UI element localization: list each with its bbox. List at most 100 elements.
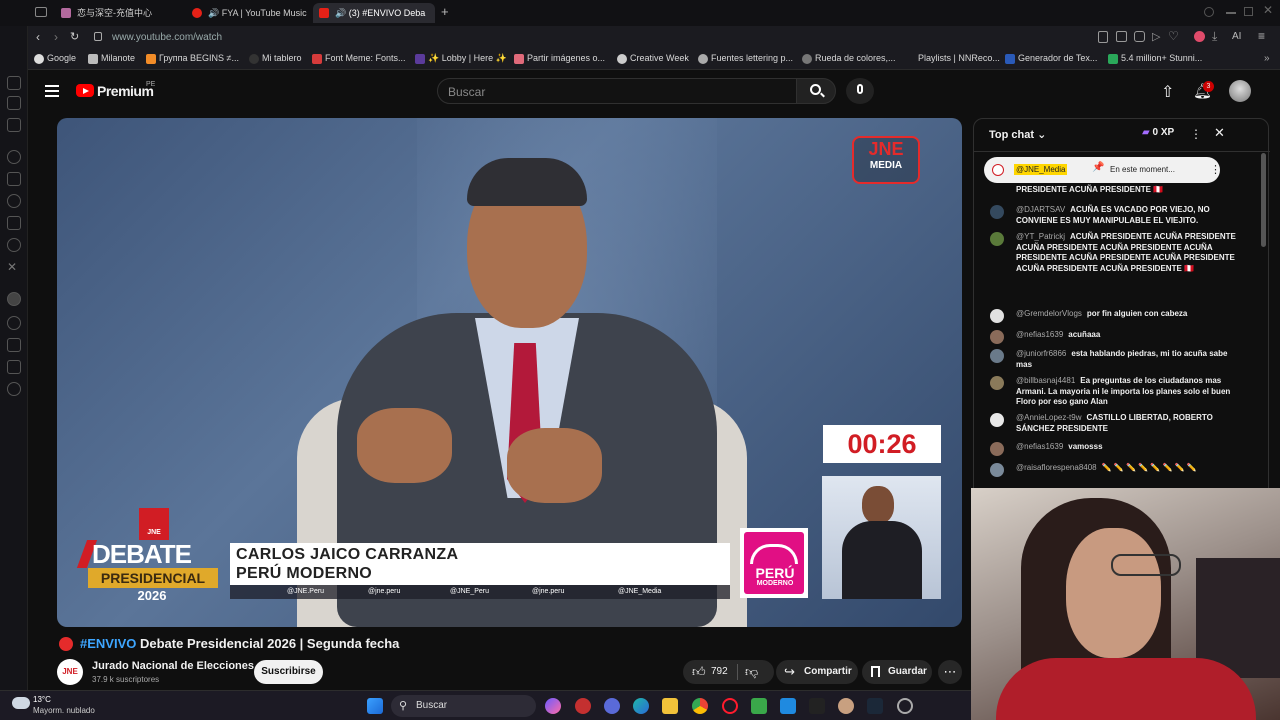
tab-1[interactable]: 恋与深空-充值中心 — [55, 3, 180, 23]
snapshot-icon[interactable] — [1098, 31, 1108, 43]
chat-avatar[interactable] — [990, 376, 1004, 390]
steam-icon[interactable] — [867, 698, 883, 714]
file-explorer-icon[interactable] — [662, 698, 678, 714]
bookmark-item[interactable]: Группа BEGINS ≠... — [146, 53, 239, 64]
chat-avatar[interactable] — [990, 349, 1004, 363]
subscribe-button[interactable]: Suscribirse — [254, 660, 323, 684]
forward-icon[interactable]: › — [54, 30, 58, 44]
edge-icon[interactable] — [633, 698, 649, 714]
opera-icon[interactable] — [722, 698, 738, 714]
hamburger-menu-icon[interactable] — [45, 85, 59, 87]
chat-user[interactable]: @AnnieLopez-t9w — [1016, 413, 1082, 422]
chat-user[interactable]: @raisaflorespena8408 — [1016, 463, 1097, 472]
chat-avatar[interactable] — [990, 463, 1004, 477]
live-hashtag[interactable]: #ENVIVO — [80, 636, 136, 651]
downloads-icon[interactable] — [7, 338, 21, 352]
bookmark-item[interactable]: Rueda de colores,... — [802, 53, 896, 64]
tab-2[interactable]: 🔊 FYA | YouTube Music — [186, 3, 308, 23]
bookmark-item[interactable]: Playlists | NNReco... — [905, 53, 1000, 63]
chat-avatar[interactable] — [990, 442, 1004, 456]
history-icon[interactable] — [7, 316, 21, 330]
menu-icon[interactable]: ≡ — [1258, 29, 1265, 43]
like-icon[interactable]: 👍︎ — [692, 660, 706, 684]
pinned-message[interactable]: @JNE_Media 📌 En este moment... ⋮ — [984, 157, 1221, 183]
x-twitter-icon[interactable]: ✕ — [7, 260, 21, 274]
bookmark-item[interactable]: ✨ Lobby | Here ✨ — [415, 53, 507, 64]
maximize-icon[interactable] — [1244, 7, 1253, 16]
download-icon[interactable]: ⤓ — [1212, 29, 1217, 44]
bookmark-item[interactable]: Partir imágenes o... — [514, 53, 605, 64]
share-button[interactable]: ↪ Compartir — [776, 660, 858, 684]
url-input[interactable]: www.youtube.com/watch — [112, 32, 222, 43]
reload-icon[interactable]: ↻ — [70, 30, 79, 43]
chat-user[interactable]: @YT_Patrickj — [1016, 232, 1065, 241]
heart-icon[interactable]: ♡ — [1168, 29, 1179, 43]
weather-temp[interactable]: 13°C — [33, 695, 51, 704]
channel-name[interactable]: Jurado Nacional de Elecciones — [92, 660, 254, 672]
like-count[interactable]: 792 — [711, 660, 728, 684]
chat-user[interactable]: @billbasnaj4481 — [1016, 376, 1075, 385]
minimize-icon[interactable] — [1226, 12, 1236, 14]
bookmark-item[interactable]: Milanote — [88, 53, 135, 64]
discord-icon[interactable] — [7, 216, 21, 230]
premium-logo[interactable]: Premium — [97, 83, 154, 99]
settings-icon[interactable] — [7, 382, 21, 396]
save-button[interactable]: Guardar — [862, 660, 932, 684]
chat-avatar[interactable] — [990, 413, 1004, 427]
more-actions-icon[interactable]: ⋯ — [938, 660, 962, 684]
avatar[interactable] — [1229, 80, 1251, 102]
chat-user[interactable]: @GremdelorVlogs — [1016, 309, 1082, 318]
bookmark-item[interactable]: Google — [34, 53, 76, 64]
player-icon[interactable] — [7, 292, 21, 306]
search-input[interactable]: Buscar — [437, 78, 797, 104]
start-icon[interactable] — [367, 698, 383, 714]
profile-icon[interactable] — [1194, 31, 1205, 42]
chat-avatar[interactable] — [990, 309, 1004, 323]
bookmark-item[interactable]: Creative Week — [617, 53, 689, 64]
messenger-icon[interactable] — [7, 150, 21, 164]
app-icon[interactable] — [604, 698, 620, 714]
shield-icon[interactable] — [1134, 31, 1145, 42]
bookmark-item[interactable]: Fuentes lettering p... — [698, 53, 793, 64]
copilot-icon[interactable] — [545, 698, 561, 714]
upload-icon[interactable]: ⇧ — [1161, 82, 1174, 102]
video-player[interactable]: JNE MEDIA 00:26 PERÚ MODERNO JNE DEBATE … — [57, 118, 962, 627]
bookmark-item[interactable]: Font Meme: Fonts... — [312, 53, 406, 64]
bookmark-item[interactable]: Generador de Tex... — [1005, 53, 1097, 64]
chat-user[interactable]: @DJARTSAV — [1016, 205, 1065, 214]
chat-avatar[interactable] — [990, 205, 1004, 219]
close-chat-icon[interactable]: ✕ — [1214, 125, 1225, 141]
youtube-logo-icon[interactable] — [76, 84, 94, 97]
back-icon[interactable]: ‹ — [36, 30, 40, 44]
aria-ai-button[interactable]: AI — [1232, 31, 1241, 42]
app-icon[interactable] — [780, 698, 796, 714]
tab-search-icon[interactable] — [1204, 7, 1214, 17]
bookmark-item[interactable]: 5.4 million+ Stunni... — [1108, 53, 1202, 64]
app-icon[interactable] — [838, 698, 854, 714]
app-icon[interactable] — [809, 698, 825, 714]
chat-avatar[interactable] — [990, 330, 1004, 344]
extensions-icon[interactable] — [7, 360, 21, 374]
play-icon[interactable]: ▷ — [1152, 30, 1160, 43]
taskbar-search[interactable]: ⚲ Buscar — [391, 695, 536, 717]
chrome-icon[interactable] — [692, 698, 708, 714]
app-icon[interactable] — [575, 698, 591, 714]
more-bookmarks-icon[interactable]: » — [1264, 53, 1270, 64]
whatsapp-icon[interactable] — [7, 194, 21, 208]
workspaces-icon[interactable] — [35, 7, 47, 17]
close-window-icon[interactable]: ✕ — [1263, 3, 1273, 17]
bookmark-icon[interactable] — [7, 96, 21, 110]
weather-icon[interactable] — [12, 697, 30, 709]
instagram-icon[interactable] — [7, 238, 21, 252]
chat-avatar[interactable] — [990, 232, 1004, 246]
xp-badge[interactable]: ▰ 0 XP — [1142, 127, 1174, 138]
app-icon[interactable] — [897, 698, 913, 714]
screenshot-icon[interactable] — [1116, 31, 1127, 42]
chat-menu-icon[interactable]: ⋮ — [1190, 127, 1202, 141]
chat-mode-selector[interactable]: Top chat ⌄ — [989, 128, 1046, 141]
app-icon[interactable] — [751, 698, 767, 714]
pinned-menu-icon[interactable]: ⋮ — [1210, 163, 1221, 176]
chat-user[interactable]: @nefias1639 — [1016, 330, 1063, 339]
weather-text[interactable]: Mayorm. nublado — [33, 706, 95, 715]
bookmark-item[interactable]: Mi tablero — [249, 53, 302, 64]
